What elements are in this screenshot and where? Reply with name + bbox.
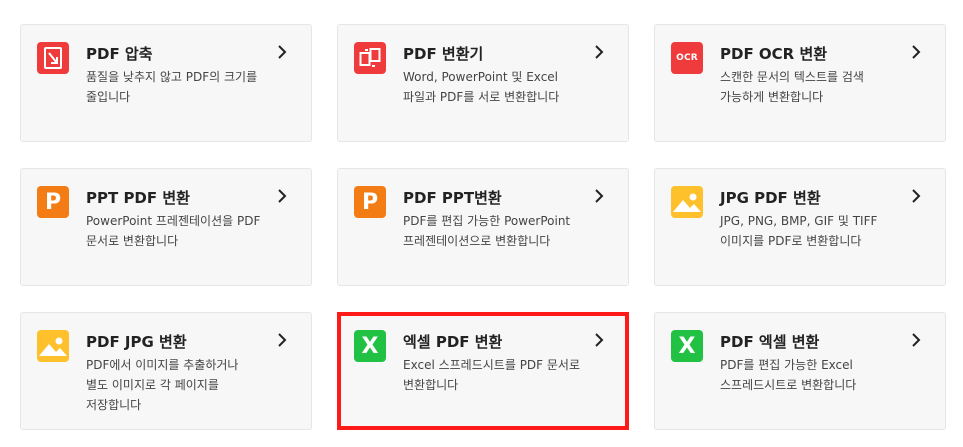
tool-description: 스캔한 문서의 텍스트를 검색 가능하게 변환합니다 <box>720 70 864 104</box>
chevron-right-icon <box>912 333 921 347</box>
chevron-right-icon <box>278 189 287 203</box>
tool-description: JPG, PNG, BMP, GIF 및 TIFF 이미지를 PDF로 변환합니… <box>720 214 878 248</box>
tool-title: PDF JPG 변환 <box>86 333 187 351</box>
excel-icon: X <box>354 330 386 362</box>
tool-title: JPG PDF 변환 <box>720 189 821 207</box>
powerpoint-icon-letter: P <box>44 189 62 215</box>
chevron-right-icon <box>595 189 604 203</box>
tool-title: PDF PPT변환 <box>403 189 502 207</box>
tool-title: PDF OCR 변환 <box>720 45 828 63</box>
image-icon <box>37 330 69 362</box>
chevron-right-icon <box>912 45 921 59</box>
tool-card-pdf-to-excel[interactable]: X PDF 엑셀 변환 PDF를 편집 가능한 Excel 스프레드시트로 변환… <box>654 312 946 430</box>
chevron-right-icon <box>595 45 604 59</box>
powerpoint-icon-letter: P <box>361 189 379 215</box>
tool-description: PDF에서 이미지를 추출하거나 별도 이미지로 각 페이지를 저장합니다 <box>86 358 239 412</box>
tool-card-excel-to-pdf[interactable]: X 엑셀 PDF 변환 Excel 스프레드시트를 PDF 문서로 변환합니다 <box>337 312 629 430</box>
compress-icon <box>37 42 69 74</box>
tool-card-pdf-to-jpg[interactable]: PDF JPG 변환 PDF에서 이미지를 추출하거나 별도 이미지로 각 페이… <box>20 312 312 430</box>
tool-description: Word, PowerPoint 및 Excel 파일과 PDF를 서로 변환합… <box>403 70 560 104</box>
powerpoint-icon: P <box>354 186 386 218</box>
tool-title: PDF 엑셀 변환 <box>720 333 820 351</box>
tool-card-pdf-to-ppt[interactable]: P PDF PPT변환 PDF를 편집 가능한 PowerPoint 프레젠테이… <box>337 168 629 286</box>
chevron-right-icon <box>595 333 604 347</box>
ocr-icon-label: OCR <box>676 53 698 63</box>
tool-card-pdf-ocr[interactable]: OCR PDF OCR 변환 스캔한 문서의 텍스트를 검색 가능하게 변환합니… <box>654 24 946 142</box>
tool-card-pdf-converter[interactable]: PDF 변환기 Word, PowerPoint 및 Excel 파일과 PDF… <box>337 24 629 142</box>
chevron-right-icon <box>278 45 287 59</box>
tool-card-jpg-to-pdf[interactable]: JPG PDF 변환 JPG, PNG, BMP, GIF 및 TIFF 이미지… <box>654 168 946 286</box>
tool-card-pdf-compress[interactable]: PDF 압축 품질을 낮추지 않고 PDF의 크기를 줄입니다 <box>20 24 312 142</box>
tool-title: PPT PDF 변환 <box>86 189 190 207</box>
convert-icon <box>354 42 386 74</box>
excel-icon-letter: X <box>678 333 696 359</box>
excel-icon: X <box>671 330 703 362</box>
chevron-right-icon <box>912 189 921 203</box>
tool-title: PDF 변환기 <box>403 45 484 63</box>
tool-description: 품질을 낮추지 않고 PDF의 크기를 줄입니다 <box>86 70 258 104</box>
excel-icon-letter: X <box>361 333 379 359</box>
tool-description: PowerPoint 프레젠테이션을 PDF 문서로 변환합니다 <box>86 214 261 248</box>
tool-card-ppt-to-pdf[interactable]: P PPT PDF 변환 PowerPoint 프레젠테이션을 PDF 문서로 … <box>20 168 312 286</box>
tool-description: PDF를 편집 가능한 PowerPoint 프레젠테이션으로 변환합니다 <box>403 214 571 248</box>
tool-description: Excel 스프레드시트를 PDF 문서로 변환합니다 <box>403 358 581 392</box>
tool-title: PDF 압축 <box>86 45 153 63</box>
chevron-right-icon <box>278 333 287 347</box>
tools-grid: PDF 압축 품질을 낮추지 않고 PDF의 크기를 줄입니다 PDF 변환기 … <box>0 0 963 447</box>
tool-title: 엑셀 PDF 변환 <box>403 333 503 351</box>
image-icon <box>671 186 703 218</box>
tool-description: PDF를 편집 가능한 Excel 스프레드시트로 변환합니다 <box>720 358 857 392</box>
powerpoint-icon: P <box>37 186 69 218</box>
ocr-icon: OCR <box>671 42 703 74</box>
